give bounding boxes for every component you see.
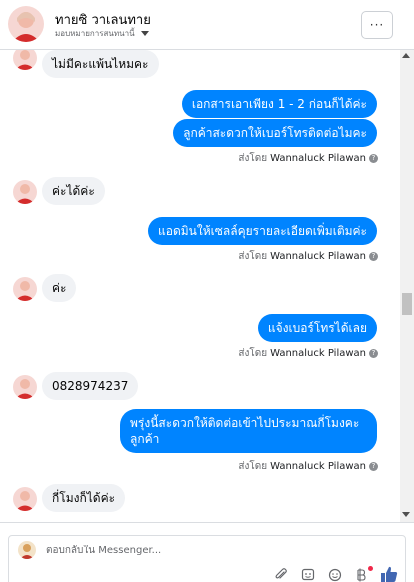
notification-dot (368, 566, 373, 571)
scrollbar-thumb[interactable] (402, 293, 412, 315)
composer-box[interactable] (8, 535, 406, 582)
incoming-message[interactable]: กี่โมงก็ได้ค่ะ (42, 484, 126, 512)
sent-by-label: ส่งโดย Wannaluck Pilawan ? (238, 151, 378, 166)
incoming-message[interactable]: ค่ะ (42, 274, 77, 302)
contact-avatar-small (13, 277, 37, 301)
conversation-header: ทายซิ วาเลนทาย มอบหมายการสนทนานี้ ··· (0, 0, 414, 50)
help-icon[interactable]: ? (369, 154, 378, 163)
emoji-icon[interactable] (328, 568, 342, 582)
attach-icon[interactable] (274, 568, 288, 582)
incoming-message[interactable]: ไม่มีคะแพ้นไหมคะ (42, 50, 159, 78)
assign-conversation-label: มอบหมายการสนทนานี้ (55, 29, 135, 38)
help-icon[interactable]: ? (369, 252, 378, 261)
outgoing-message[interactable]: ลูกค้าสะดวกให้เบอร์โทรติดต่อไมคะ (173, 119, 377, 147)
contact-avatar-small (13, 487, 37, 511)
sticker-icon[interactable] (301, 568, 315, 582)
sent-by-label: ส่งโดย Wannaluck Pilawan ? (238, 346, 378, 361)
like-icon[interactable] (380, 566, 398, 582)
message-thread[interactable]: ไม่มีคะแพ้นไหมคะ เอกสารเอาเพียง 1 - 2 ก่… (0, 50, 400, 522)
sent-by-label: ส่งโดย Wannaluck Pilawan ? (238, 249, 378, 264)
contact-avatar-small (13, 375, 37, 399)
page-avatar (18, 541, 36, 559)
outgoing-message[interactable]: แจ้งเบอร์โทรได้เลย (257, 314, 377, 342)
outgoing-message[interactable]: แอดมินให้เซลล์คุยรายละเอียดเพิ่มเติมค่ะ (148, 217, 377, 245)
outgoing-message[interactable]: พรุ่งนี้สะดวกให้ติดต่อเข้าไปประมาณกี่โมง… (120, 409, 377, 453)
scroll-down-arrow-icon[interactable] (402, 512, 410, 517)
contact-avatar-small (13, 180, 37, 204)
reply-input[interactable] (46, 545, 346, 556)
assign-conversation-dropdown[interactable]: มอบหมายการสนทนานี้ (55, 27, 149, 40)
contact-avatar[interactable] (8, 6, 44, 42)
scrollbar-track[interactable] (400, 50, 414, 522)
chevron-down-icon (140, 31, 149, 36)
incoming-message[interactable]: 0828974237 (42, 372, 139, 400)
sent-by-label: ส่งโดย Wannaluck Pilawan ? (238, 459, 378, 474)
contact-avatar-small (13, 50, 37, 70)
composer-area (0, 522, 414, 582)
scroll-up-arrow-icon[interactable] (402, 53, 410, 58)
incoming-message[interactable]: ค่ะได้ค่ะ (42, 177, 105, 205)
payment-icon[interactable] (354, 568, 368, 582)
outgoing-message[interactable]: เอกสารเอาเพียง 1 - 2 ก่อนก็ได้ค่ะ (181, 90, 377, 118)
help-icon[interactable]: ? (369, 349, 378, 358)
more-icon: ··· (369, 18, 385, 32)
help-icon[interactable]: ? (369, 462, 378, 471)
more-options-button[interactable]: ··· (361, 11, 393, 39)
